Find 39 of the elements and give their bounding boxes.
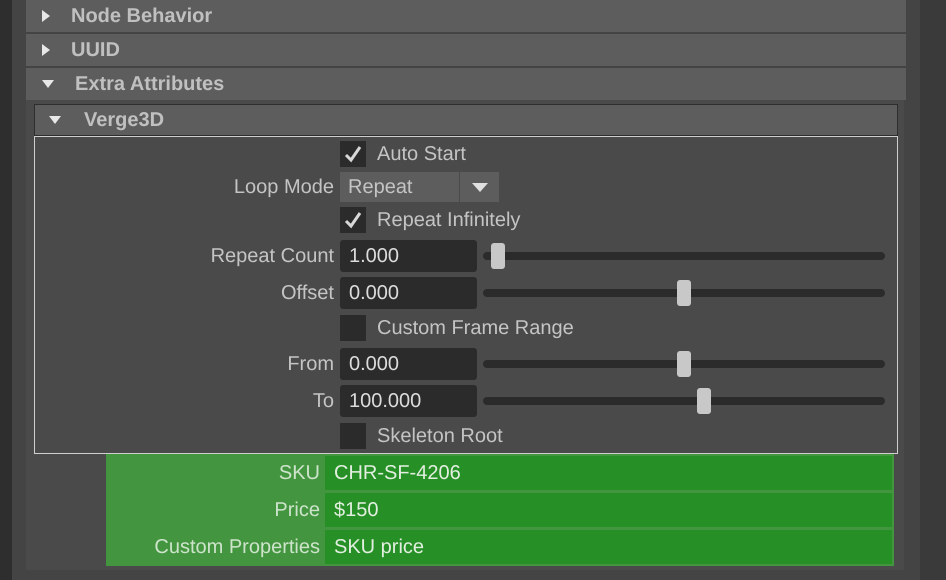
field-label: Repeat Count xyxy=(210,244,334,266)
loop-mode-dropdown[interactable]: Repeat xyxy=(340,172,499,202)
field-label: To xyxy=(312,390,334,412)
field-label: SKU xyxy=(278,462,320,484)
field-label: Offset xyxy=(281,282,334,304)
checkbox-label: Custom Frame Range xyxy=(377,316,574,341)
subsection-header[interactable]: Verge3D xyxy=(34,104,898,136)
expanded-triangle-icon xyxy=(42,80,54,88)
slider-thumb[interactable] xyxy=(677,280,691,306)
collapsed-triangle-icon xyxy=(42,10,50,22)
caret-icon xyxy=(472,182,488,192)
section-header[interactable]: Extra Attributes xyxy=(26,68,906,100)
checkbox-label: Repeat Infinitely xyxy=(377,208,520,233)
section-header[interactable]: UUID xyxy=(26,34,906,66)
slider-thumb[interactable] xyxy=(677,350,691,376)
slider-thumb[interactable] xyxy=(491,242,506,268)
text-field[interactable]: $150 xyxy=(325,493,892,527)
checkbox-label: Auto Start xyxy=(377,142,466,167)
slider-thumb[interactable] xyxy=(697,388,712,414)
field-label: Custom Properties xyxy=(154,536,320,558)
checkbox[interactable] xyxy=(340,207,366,233)
text-field[interactable]: SKU price xyxy=(325,530,892,564)
expanded-triangle-icon xyxy=(49,116,61,124)
field-label: From xyxy=(287,352,334,374)
checkbox-label: Skeleton Root xyxy=(377,424,503,449)
field-label: Price xyxy=(274,499,320,521)
checkmark-icon xyxy=(344,145,362,163)
collapsed-triangle-icon xyxy=(42,44,50,56)
text-field[interactable]: CHR-SF-4206 xyxy=(325,456,892,490)
number-field[interactable]: 0.000 xyxy=(340,276,477,308)
checkbox[interactable] xyxy=(340,315,366,341)
checkbox[interactable] xyxy=(340,423,366,449)
number-field[interactable]: 0.000 xyxy=(340,348,477,380)
checkbox[interactable] xyxy=(340,141,366,167)
number-field[interactable]: 1.000 xyxy=(340,240,477,272)
section-header[interactable]: Node Behavior xyxy=(26,0,906,32)
field-label: Loop Mode xyxy=(234,176,334,198)
number-field[interactable]: 100.000 xyxy=(340,384,477,416)
checkmark-icon xyxy=(344,211,362,229)
